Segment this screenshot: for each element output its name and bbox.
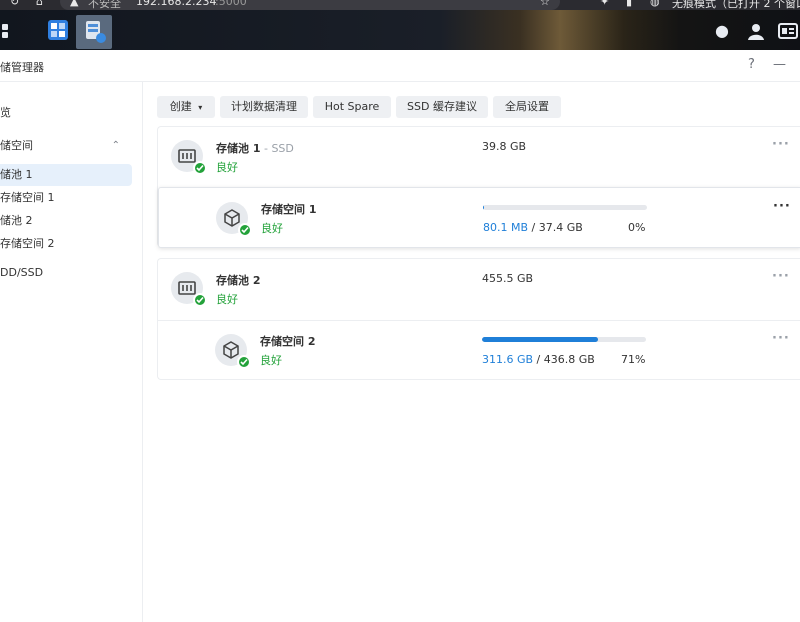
widgets-icon[interactable] [778, 22, 798, 40]
check-icon [193, 161, 207, 175]
more-options-icon[interactable]: ··· [772, 331, 790, 346]
volume-usage-bar [482, 337, 646, 342]
sidebar-item-label: 览 [0, 106, 11, 119]
storage-pool-2-card: 存储池 2 良好 455.5 GB ··· 存储空间 2 良好 311.6 GB… [157, 258, 800, 380]
sidebar-item-volume-1[interactable]: 存储空间 1 [0, 187, 132, 209]
create-label: 创建 [169, 100, 192, 113]
sidebar-item-label: 存储空间 1 [0, 191, 55, 204]
volume-status: 良好 [260, 354, 282, 367]
window-titlebar: 储管理器 ? — [0, 50, 800, 82]
caret-down-icon: ▾ [198, 103, 203, 112]
pool-name: 存储池 1 - SSD [216, 140, 294, 156]
volume-usage-bar [483, 205, 647, 210]
volume-percent: 0% [628, 221, 646, 234]
bookmark-star-icon[interactable]: ☆ [540, 0, 550, 8]
sidebar-item-overview[interactable]: 览 [0, 102, 132, 124]
user-icon[interactable] [746, 22, 766, 40]
volume-used: 311.6 GB [482, 353, 534, 366]
incognito-icon: ◍ [650, 0, 660, 8]
sidebar-item-volume-2[interactable]: 存储空间 2 [0, 233, 132, 255]
sidebar: 览 储空间 ⌃ 储池 1 存储空间 1 储池 2 存储空间 2 DD/SSD [0, 82, 143, 622]
volume-usage: 80.1 MB / 37.4 GB [483, 221, 583, 234]
pool-2-row[interactable]: 存储池 2 良好 455.5 GB ··· [158, 259, 800, 320]
global-settings-button[interactable]: 全局设置 [493, 96, 561, 118]
volume-usage-sep: / [528, 221, 539, 234]
window-title: 储管理器 [0, 61, 44, 74]
pool-status: 良好 [216, 161, 238, 174]
volume-usage-sep: / [533, 353, 544, 366]
volume-icon [215, 334, 251, 369]
volume-usage-fill [483, 205, 484, 210]
check-icon [193, 293, 207, 307]
sidebar-item-label: 存储空间 2 [0, 237, 55, 250]
volume-usage-fill [482, 337, 599, 342]
package-center-icon[interactable] [44, 16, 72, 44]
chat-icon[interactable]: ● [712, 22, 732, 40]
schedule-scrubbing-button[interactable]: 计划数据清理 [220, 96, 308, 118]
volume-2-row[interactable]: 存储空间 2 良好 311.6 GB / 436.8 GB 71% ··· [158, 320, 800, 381]
volume-name: 存储空间 2 [260, 335, 316, 348]
hot-spare-button[interactable]: Hot Spare [313, 96, 391, 118]
volume-1-row[interactable]: 存储空间 1 良好 80.1 MB / 37.4 GB 0% ··· [158, 187, 800, 248]
check-icon [238, 223, 252, 237]
pool-name-text: 存储池 2 [216, 274, 261, 287]
more-options-icon[interactable]: ··· [772, 269, 790, 284]
address-bar[interactable] [60, 0, 560, 10]
pool-capacity: 455.5 GB [482, 272, 534, 285]
pool-capacity: 39.8 GB [482, 140, 527, 153]
dsm-taskbar: ● [0, 10, 800, 50]
extension-icon[interactable]: ✦ [600, 0, 609, 8]
sidebar-item-pool-2[interactable]: 储池 2 [0, 210, 132, 232]
reload-icon[interactable]: ↻ [10, 0, 19, 8]
sidebar-item-label: 储池 1 [0, 168, 33, 181]
minimize-button[interactable]: — [773, 57, 786, 72]
check-icon [237, 355, 251, 369]
storage-manager-taskbar-icon[interactable] [76, 15, 112, 49]
pool-status: 良好 [216, 293, 238, 306]
volume-icon [216, 202, 252, 237]
storage-pool-icon [171, 272, 207, 307]
url-host[interactable]: 192.168.2.234 [136, 0, 216, 8]
volume-total: 37.4 GB [538, 221, 583, 234]
pool-type: - SSD [260, 142, 294, 155]
more-options-icon[interactable]: ··· [772, 137, 790, 152]
pool-name: 存储池 2 [216, 272, 260, 288]
volume-total: 436.8 GB [543, 353, 595, 366]
sidebar-item-storage[interactable]: 储空间 ⌃ [0, 135, 132, 157]
pool-name-text: 存储池 1 [216, 142, 261, 155]
sidebar-item-label: 储池 2 [0, 214, 33, 227]
insecure-label: 不安全 [88, 0, 121, 10]
incognito-label: 无痕模式（已打开 2 个窗口 [672, 0, 800, 10]
storage-pool-icon [171, 140, 207, 175]
warning-icon: ▲ [70, 0, 79, 8]
chevron-up-icon[interactable]: ⌃ [112, 135, 120, 157]
pool-1-row[interactable]: 存储池 1 - SSD 良好 39.8 GB ··· [158, 127, 800, 187]
storage-pool-1-card: 存储池 1 - SSD 良好 39.8 GB ··· 存储空间 1 良好 80.… [157, 126, 800, 248]
home-icon[interactable]: ⌂ [36, 0, 43, 8]
sidebar-item-hdd-ssd[interactable]: DD/SSD [0, 262, 132, 284]
browser-toolbar: ↻ ⌂ ▲ 不安全 192.168.2.234 :5000 ☆ ✦ ▮ ◍ 无痕… [0, 0, 800, 10]
sidepanel-icon[interactable]: ▮ [626, 0, 632, 8]
volume-usage: 311.6 GB / 436.8 GB [482, 353, 595, 366]
volume-percent: 71% [621, 353, 646, 366]
volume-status: 良好 [261, 222, 283, 235]
volume-used: 80.1 MB [483, 221, 529, 234]
volume-name: 存储空间 1 [261, 203, 317, 216]
ssd-cache-advisor-button[interactable]: SSD 缓存建议 [396, 96, 488, 118]
sidebar-item-label: DD/SSD [0, 266, 44, 279]
main-menu-icon[interactable] [0, 16, 16, 48]
sidebar-item-pool-1[interactable]: 储池 1 [0, 164, 132, 186]
more-options-icon[interactable]: ··· [773, 199, 791, 214]
create-button[interactable]: 创建 ▾ [157, 96, 215, 118]
help-button[interactable]: ? [748, 57, 755, 72]
sidebar-item-label: 储空间 [0, 139, 33, 152]
url-port[interactable]: :5000 [215, 0, 247, 8]
